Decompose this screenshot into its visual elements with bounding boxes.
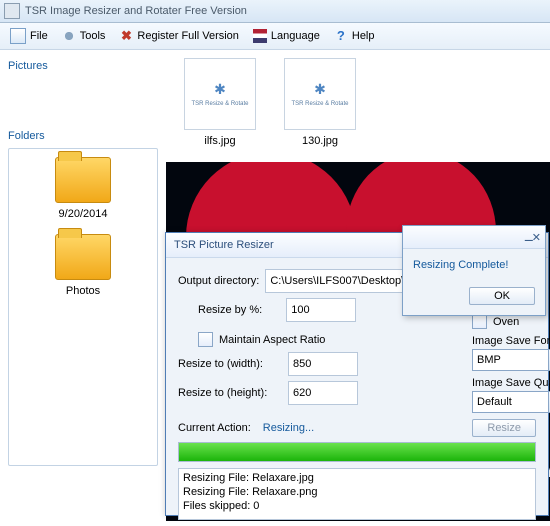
snowflake-icon: ✱: [314, 81, 326, 98]
resize-pct-label: Resize by %:: [198, 304, 262, 316]
menu-file[interactable]: File: [4, 25, 54, 47]
complete-popup: ⚊✕ Resizing Complete! OK: [402, 225, 546, 316]
folder-item[interactable]: 9/20/2014: [17, 157, 149, 220]
menu-language[interactable]: Language: [247, 26, 326, 46]
left-panel: Pictures Folders 9/20/2014 Photos: [0, 50, 166, 521]
quality-select[interactable]: Default▼: [472, 391, 550, 413]
height-label: Resize to (height):: [178, 387, 282, 399]
thumbnail[interactable]: ✱TSR Resize & Rotate ilfs.jpg: [184, 58, 256, 154]
folders-box: 9/20/2014 Photos: [8, 148, 158, 466]
thumb-label: ilfs.jpg: [204, 135, 235, 147]
gear-icon: [62, 29, 76, 43]
x-icon: ✖: [119, 29, 133, 43]
thumbnail-strip: ✱TSR Resize & Rotate ilfs.jpg ✱TSR Resiz…: [166, 50, 550, 162]
snowflake-icon: ✱: [214, 81, 226, 98]
height-input[interactable]: [288, 381, 358, 405]
flag-icon: [253, 29, 267, 43]
resize-pct-input[interactable]: [286, 298, 356, 322]
resize-button[interactable]: Resize: [472, 419, 536, 437]
document-icon: [10, 28, 26, 44]
menu-register[interactable]: ✖ Register Full Version: [113, 26, 245, 46]
thumb-preview: ✱TSR Resize & Rotate: [184, 58, 256, 130]
help-icon: ?: [334, 29, 348, 43]
popup-message: Resizing Complete!: [403, 249, 545, 281]
format-label: Image Save Format:: [472, 335, 550, 347]
log-box[interactable]: Resizing File: Relaxare.jpg Resizing Fil…: [178, 468, 536, 520]
app-icon: [4, 3, 20, 19]
title-bar: TSR Image Resizer and Rotater Free Versi…: [0, 0, 550, 23]
ok-button[interactable]: OK: [469, 287, 535, 305]
popup-titlebar: ⚊✕: [403, 226, 545, 249]
menu-language-label: Language: [271, 30, 320, 42]
menu-file-label: File: [30, 30, 48, 42]
width-label: Resize to (width):: [178, 358, 282, 370]
output-label: Output directory:: [178, 275, 259, 287]
app-title: TSR Image Resizer and Rotater Free Versi…: [25, 5, 247, 17]
format-select[interactable]: BMP▼: [472, 349, 550, 371]
current-action-value: Resizing...: [263, 422, 314, 434]
log-line: Resizing File: Relaxare.jpg: [183, 471, 531, 485]
current-action-label: Current Action:: [178, 422, 251, 434]
folder-icon: [55, 157, 111, 203]
overwrite-label: Oven: [493, 316, 519, 328]
maintain-aspect-checkbox[interactable]: [198, 332, 213, 347]
menu-bar: File Tools ✖ Register Full Version Langua…: [0, 23, 550, 50]
maintain-aspect-label: Maintain Aspect Ratio: [219, 334, 325, 346]
menu-help[interactable]: ? Help: [328, 26, 381, 46]
folder-label: 9/20/2014: [59, 208, 108, 220]
overwrite-checkbox[interactable]: [472, 314, 487, 329]
menu-help-label: Help: [352, 30, 375, 42]
width-input[interactable]: [288, 352, 358, 376]
thumb-preview: ✱TSR Resize & Rotate: [284, 58, 356, 130]
log-line: Files skipped: 0: [183, 499, 531, 513]
folder-item[interactable]: Photos: [17, 234, 149, 297]
log-line: Resizing File: Relaxare.png: [183, 485, 531, 499]
close-icon[interactable]: ⚊✕: [524, 231, 539, 244]
thumb-label: 130.jpg: [302, 135, 338, 147]
quality-label: Image Save Quality (JPG Only):: [472, 377, 550, 389]
progress-bar: [178, 442, 536, 462]
folders-label: Folders: [8, 130, 158, 142]
folder-label: Photos: [66, 285, 100, 297]
pictures-label: Pictures: [8, 60, 158, 72]
menu-tools-label: Tools: [80, 30, 106, 42]
menu-tools[interactable]: Tools: [56, 26, 112, 46]
menu-register-label: Register Full Version: [137, 30, 239, 42]
folder-icon: [55, 234, 111, 280]
thumbnail[interactable]: ✱TSR Resize & Rotate 130.jpg: [284, 58, 356, 154]
